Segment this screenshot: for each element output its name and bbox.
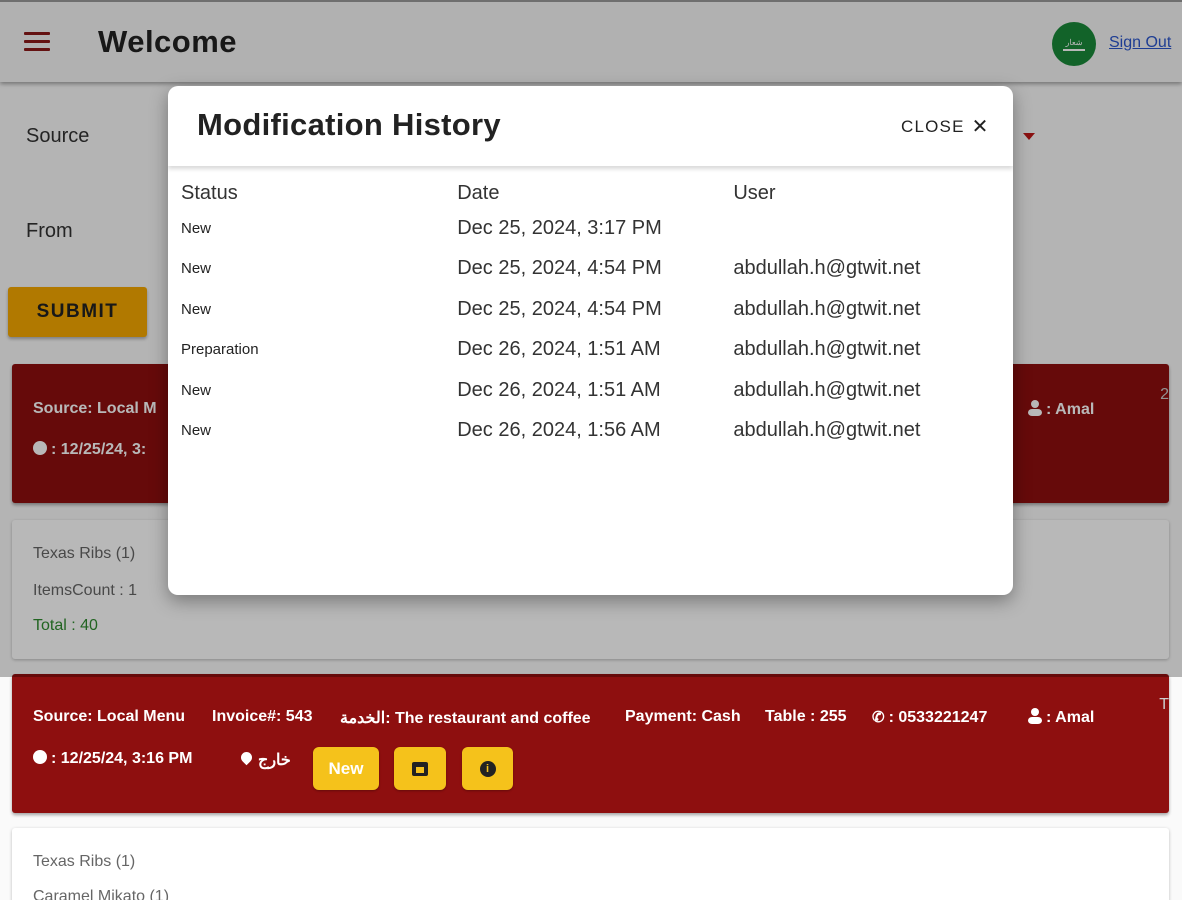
close-label: CLOSE — [901, 116, 965, 136]
order-item: Caramel Mikato (1) — [33, 888, 170, 900]
table-header-row: Status Date User — [181, 178, 1013, 208]
row-date: Dec 26, 2024, 1:51 AM — [457, 378, 661, 401]
clock-icon — [33, 750, 47, 764]
table-row: New Dec 26, 2024, 1:51 AM abdullah.h@gtw… — [181, 370, 1013, 411]
row-date: Dec 26, 2024, 1:56 AM — [457, 419, 661, 442]
row-date: Dec 26, 2024, 1:51 AM — [457, 338, 661, 361]
order-user: : Amal — [1028, 708, 1094, 727]
column-header-user: User — [733, 181, 776, 204]
row-user: abdullah.h@gtwit.net — [733, 419, 921, 442]
order-status-button[interactable]: New — [313, 747, 379, 790]
row-user: abdullah.h@gtwit.net — [733, 257, 921, 280]
print-button[interactable] — [394, 747, 446, 790]
table-row: New Dec 25, 2024, 3:17 PM — [181, 208, 1013, 249]
order-card[interactable]: Source: Local Menu Invoice#: 543 الخدمة:… — [12, 674, 1169, 813]
close-button[interactable]: CLOSE ✕ — [901, 114, 990, 139]
row-user — [733, 208, 1013, 249]
row-date: Dec 25, 2024, 3:17 PM — [457, 216, 662, 239]
printer-icon — [412, 761, 428, 776]
modification-history-dialog: Modification History CLOSE ✕ Status Date … — [168, 86, 1013, 595]
dialog-title: Modification History — [197, 107, 501, 142]
order-time: : 12/25/24, 3:16 PM — [33, 750, 192, 768]
order-time-text: : 12/25/24, 3:16 PM — [51, 750, 193, 767]
row-date: Dec 25, 2024, 4:54 PM — [457, 297, 662, 320]
order-service: الخدمة: The restaurant and coffee — [340, 710, 591, 727]
order-location: خارج — [238, 749, 291, 770]
close-icon: ✕ — [971, 116, 990, 138]
info-button[interactable]: i — [462, 747, 513, 790]
phone-icon: ✆ — [872, 709, 885, 726]
order-table: Table : 255 — [765, 708, 847, 725]
order-payment: Payment: Cash — [625, 708, 741, 725]
order-location-text: خارج — [258, 752, 291, 769]
dialog-header: Modification History CLOSE ✕ — [168, 86, 1013, 166]
order-items-card: Texas Ribs (1) Caramel Mikato (1) — [12, 828, 1169, 900]
user-icon — [1028, 708, 1042, 724]
table-row: New Dec 25, 2024, 4:54 PM abdullah.h@gtw… — [181, 249, 1013, 290]
row-date: Dec 25, 2024, 4:54 PM — [457, 257, 662, 280]
order-phone: ✆: 0533221247 — [872, 708, 987, 727]
row-status: New — [181, 219, 212, 237]
history-table: Status Date User New Dec 25, 2024, 3:17 … — [181, 178, 1013, 451]
order-phone-text: : 0533221247 — [888, 709, 988, 726]
order-user-text: : Amal — [1046, 709, 1095, 726]
order-source: Source: Local Menu — [33, 708, 186, 725]
order-invoice: Invoice#: 543 — [212, 708, 313, 725]
order-item: Texas Ribs (1) — [33, 853, 136, 870]
row-user: abdullah.h@gtwit.net — [733, 378, 921, 401]
row-status: Preparation — [181, 341, 259, 359]
table-row: New Dec 26, 2024, 1:56 AM abdullah.h@gtw… — [181, 411, 1013, 452]
info-icon: i — [479, 760, 496, 777]
row-status: New — [181, 381, 212, 399]
row-status: New — [181, 260, 212, 278]
row-user: abdullah.h@gtwit.net — [733, 297, 921, 320]
row-user: abdullah.h@gtwit.net — [733, 338, 921, 361]
row-status: New — [181, 422, 212, 440]
column-header-status: Status — [181, 181, 238, 204]
column-header-date: Date — [457, 181, 500, 204]
table-row: New Dec 25, 2024, 4:54 PM abdullah.h@gtw… — [181, 289, 1013, 330]
location-pin-icon — [238, 749, 255, 766]
row-status: New — [181, 300, 212, 318]
order-edge-mark: T — [1159, 696, 1169, 713]
table-row: Preparation Dec 26, 2024, 1:51 AM abdull… — [181, 330, 1013, 371]
